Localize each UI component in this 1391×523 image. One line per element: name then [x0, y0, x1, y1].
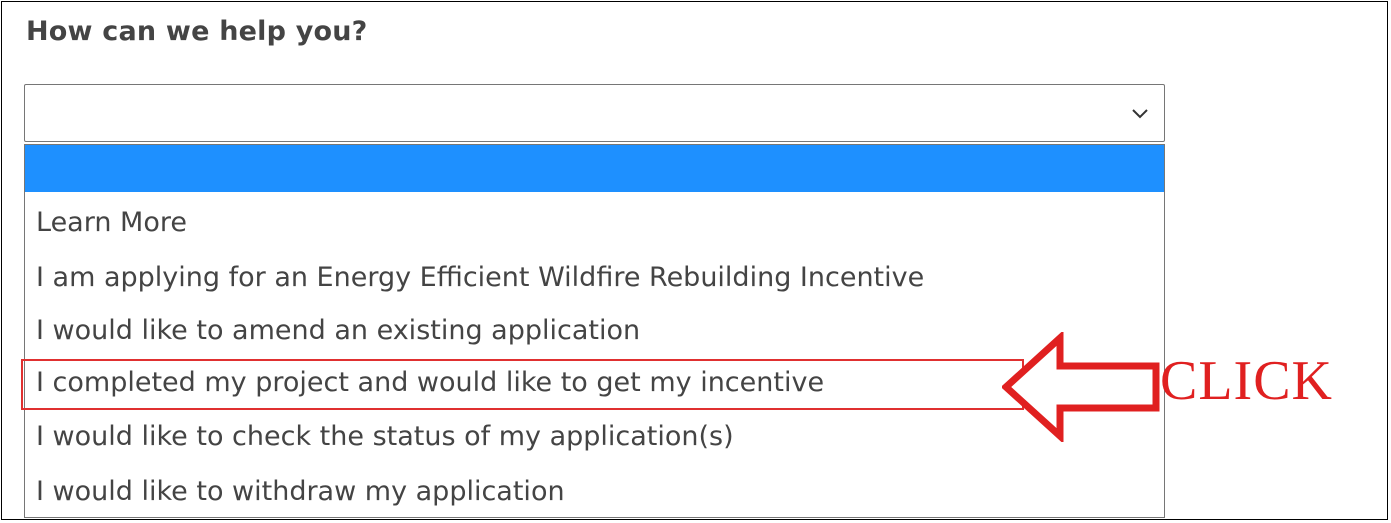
chevron-down-icon: [1132, 109, 1148, 119]
option-check-status[interactable]: I would like to check the status of my a…: [25, 414, 1164, 459]
option-learn-more[interactable]: Learn More: [25, 200, 1164, 245]
dropdown-options-list: Learn More I am applying for an Energy E…: [24, 144, 1165, 518]
annotation-highlight-box: [21, 359, 1024, 410]
form-panel: How can we help you? Learn More I am app…: [1, 1, 1388, 520]
help-topic-select[interactable]: [24, 84, 1165, 142]
option-withdraw-application[interactable]: I would like to withdraw my application: [25, 469, 1164, 514]
option-blank[interactable]: [25, 145, 1164, 192]
left-arrow-icon: [1002, 332, 1160, 442]
annotation-click-label: CLICK: [1160, 350, 1333, 412]
option-apply-incentive[interactable]: I am applying for an Energy Efficient Wi…: [25, 255, 1164, 300]
form-question-label: How can we help you?: [26, 16, 368, 47]
option-amend-application[interactable]: I would like to amend an existing applic…: [25, 308, 1164, 353]
